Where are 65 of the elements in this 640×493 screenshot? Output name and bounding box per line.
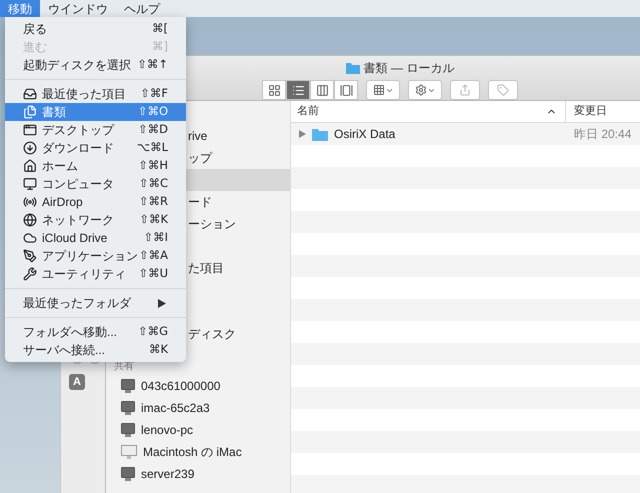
menu-bar-item[interactable]: 移動 (0, 0, 40, 17)
menu-bar-item[interactable]: ウインドウ (40, 0, 116, 17)
column-view-icon (316, 84, 328, 96)
gallery-view-icon (340, 84, 352, 96)
window-title: 書類 — ローカル (364, 60, 454, 77)
menu-item[interactable]: 最近使った項目 ⇧⌘F (5, 85, 186, 103)
menu-item[interactable]: iCloud Drive ⇧⌘I (5, 229, 186, 247)
menu-item[interactable]: デスクトップ ⇧⌘D (5, 121, 186, 139)
wrench-icon (23, 267, 37, 281)
monitor-icon (121, 467, 135, 481)
menu-item[interactable]: ダウンロード ⌥⌘L (5, 139, 186, 157)
menu-item[interactable]: サーバへ接続... ⌘K (5, 341, 186, 359)
tray-icon (23, 87, 37, 101)
menu-item[interactable]: AirDrop ⇧⌘R (5, 193, 186, 211)
sidebar-item[interactable]: lenovo-pc (106, 419, 290, 441)
pen-tool-icon (23, 249, 37, 263)
menu-item[interactable]: フォルダへ移動... ⇧⌘G (5, 323, 186, 341)
menu-item[interactable]: コンピュータ ⇧⌘C (5, 175, 186, 193)
group-button[interactable] (366, 80, 400, 100)
action-button[interactable] (408, 80, 442, 100)
monitor-icon (121, 423, 135, 437)
home-icon (23, 159, 37, 173)
share-icon (459, 84, 471, 96)
view-button[interactable] (286, 80, 310, 100)
sidebar-item[interactable]: 043c61000000 (106, 375, 290, 397)
view-button[interactable] (262, 80, 286, 100)
icon-view-icon (268, 84, 280, 96)
tag-icon (497, 84, 509, 96)
menu-item[interactable]: アプリケーション⇧⌘A (5, 247, 186, 265)
file-name: OsiriX Data (334, 126, 396, 143)
sidebar-item[interactable]: imac-65c2a3 (106, 397, 290, 419)
folder-icon (312, 128, 328, 140)
menu-item[interactable]: ユーティリティ ⇧⌘U (5, 265, 186, 283)
menu-item[interactable]: 戻る ⌘[ (5, 20, 186, 38)
gear-icon (414, 84, 426, 96)
disclosure-triangle-icon[interactable] (299, 130, 306, 138)
menu-item[interactable]: 書類 ⇧⌘O (5, 103, 186, 121)
sidebar-item[interactable]: server239 (106, 463, 290, 485)
menu-item[interactable]: 最近使ったフォルダ (5, 294, 186, 312)
menu-item[interactable]: ネットワーク ⇧⌘K (5, 211, 186, 229)
cloud-icon (23, 231, 37, 245)
monitor-icon (121, 401, 135, 415)
globe-icon (23, 213, 37, 227)
documents-icon (23, 105, 37, 119)
list-view-icon (292, 84, 304, 96)
radio-waves-icon (23, 195, 37, 209)
view-button[interactable] (310, 80, 334, 100)
folder-icon (346, 62, 360, 74)
table-row[interactable]: OsiriX Data 昨日 20:44 (291, 123, 640, 145)
view-button[interactable] (334, 80, 358, 100)
menu-item[interactable]: 起動ディスクを選択 ⇧⌘↑ (5, 56, 186, 74)
modified-date: 昨日 20:44 (573, 126, 632, 143)
app-badge: A (69, 374, 85, 390)
monitor-icon (121, 445, 137, 459)
monitor-icon (121, 379, 135, 393)
menu-item[interactable]: ホーム ⇧⌘H (5, 157, 186, 175)
menu-bar-item[interactable]: ヘルプ (116, 0, 168, 17)
grid-icon (372, 84, 384, 96)
sidebar-item[interactable]: Macintosh の iMac (106, 441, 290, 463)
download-icon (23, 141, 37, 155)
submenu-arrow-icon (158, 298, 166, 308)
column-header[interactable]: 変更日 (566, 101, 640, 122)
column-header[interactable]: 名前 (291, 101, 566, 122)
monitor-icon (23, 177, 37, 191)
window-icon (23, 123, 37, 137)
